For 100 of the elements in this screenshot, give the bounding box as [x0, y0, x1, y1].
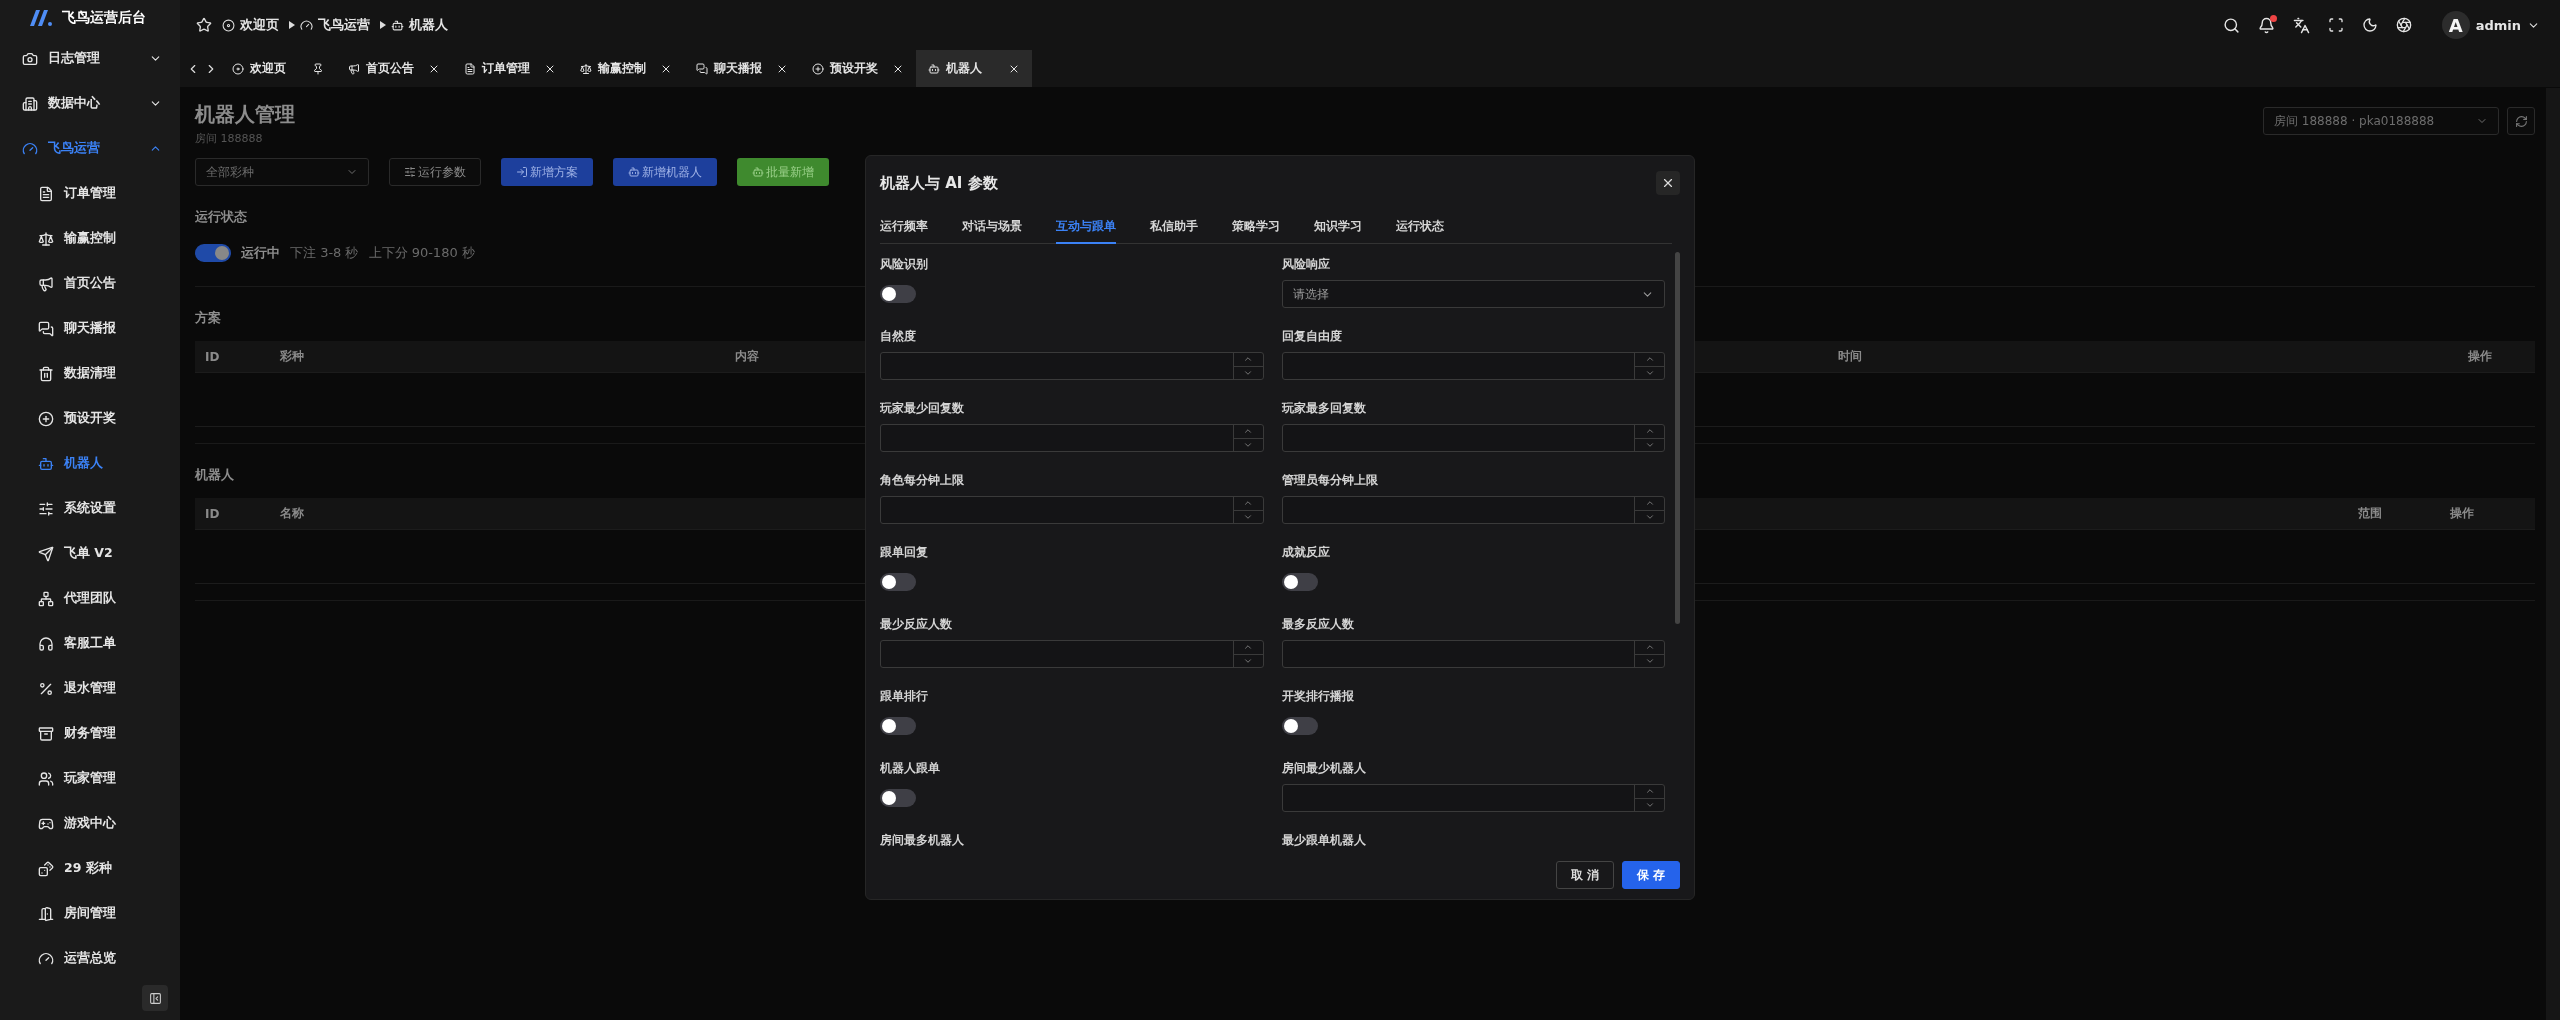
room-select[interactable]: 房间 188888 · pka0188888	[2263, 107, 2499, 135]
dialog-tab[interactable]: 私信助手	[1150, 214, 1198, 244]
sidebar-item[interactable]: 输赢控制	[0, 216, 180, 261]
field-label: 风险识别	[880, 256, 929, 273]
toggle-switch[interactable]	[880, 717, 916, 735]
column-header: 时间	[1838, 348, 1862, 365]
toggle-switch[interactable]	[880, 573, 916, 591]
running-toggle[interactable]	[195, 244, 231, 262]
page-tab[interactable]: 聊天播报	[684, 50, 800, 87]
sidebar-item[interactable]: 数据中心	[0, 81, 180, 126]
breadcrumb-item[interactable]: 欢迎页	[240, 16, 279, 34]
sidebar-item[interactable]: 首页公告	[0, 261, 180, 306]
dialog-tab[interactable]: 知识学习	[1314, 214, 1362, 244]
field-label: 房间最少机器人	[1281, 760, 1367, 777]
sidebar-item[interactable]: 客服工单	[0, 621, 180, 666]
menu-icon	[38, 320, 54, 337]
cancel-button[interactable]: 取 消	[1556, 861, 1614, 889]
number-field[interactable]	[880, 424, 1264, 452]
toggle-switch[interactable]	[880, 285, 916, 303]
page-tab[interactable]: 机器人	[916, 50, 1032, 87]
dialog-tab[interactable]: 互动与跟单	[1056, 214, 1116, 244]
aperture-icon[interactable]	[2395, 17, 2412, 33]
refresh-button[interactable]	[2507, 107, 2535, 135]
translate-icon[interactable]	[2292, 16, 2310, 34]
notification-icon[interactable]	[2257, 16, 2275, 34]
search-icon[interactable]	[2222, 16, 2240, 34]
toggle-switch[interactable]	[1281, 717, 1318, 735]
menu-icon	[38, 860, 54, 877]
tab-icon	[348, 62, 360, 75]
column-header: 内容	[735, 348, 759, 365]
toggle-switch[interactable]	[1281, 573, 1318, 591]
sidebar-item[interactable]: 系统设置	[0, 486, 180, 531]
tab-icon	[928, 62, 940, 75]
dialog-tab[interactable]: 策略学习	[1232, 214, 1280, 244]
number-field[interactable]	[880, 352, 1264, 380]
sidebar-item[interactable]: 游戏中心	[0, 801, 180, 846]
field-label: 回复自由度	[1281, 328, 1343, 345]
sidebar-item[interactable]: 玩家管理	[0, 756, 180, 801]
button-icon	[404, 166, 416, 178]
field-label: 开奖排行播报	[1281, 688, 1355, 705]
page-tab[interactable]: 预设开奖	[800, 50, 916, 87]
menu-icon	[38, 545, 54, 562]
column-header: 操作	[2450, 505, 2474, 522]
menu-icon	[38, 455, 54, 472]
number-field[interactable]	[880, 496, 1264, 524]
menu-icon	[22, 50, 38, 67]
column-header: 操作	[2468, 348, 2492, 365]
scrollbar-thumb[interactable]	[1675, 252, 1680, 624]
menu-icon	[38, 725, 54, 742]
toolbar-button[interactable]: 新增机器人	[613, 158, 717, 186]
close-button[interactable]	[1656, 171, 1680, 195]
user-name[interactable]: admin	[2475, 17, 2521, 33]
avatar[interactable]: A	[2441, 11, 2470, 39]
page-tab[interactable]: 订单管理	[452, 50, 568, 87]
lottery-select[interactable]: 全部彩种	[195, 158, 369, 186]
sidebar-item[interactable]: 飞鸟运营	[0, 126, 180, 171]
sidebar-item[interactable]: 财务管理	[0, 711, 180, 756]
sidebar-item[interactable]: 订单管理	[0, 171, 180, 216]
pin-icon[interactable]	[312, 62, 324, 75]
breadcrumb-item[interactable]: 飞鸟运营	[318, 16, 370, 34]
status-text: 上下分 90-180 秒	[368, 244, 475, 262]
collapse-sidebar-button[interactable]	[142, 985, 168, 1011]
dialog-tab[interactable]: 对话与场景	[962, 214, 1022, 244]
page-tab[interactable]: 输赢控制	[568, 50, 684, 87]
sidebar-item[interactable]: 29 彩种	[0, 846, 180, 891]
number-field[interactable]	[1281, 352, 1665, 380]
sidebar-item[interactable]: 预设开奖	[0, 396, 180, 441]
sidebar-item[interactable]: 聊天播报	[0, 306, 180, 351]
number-field[interactable]	[880, 640, 1264, 668]
sidebar-item[interactable]: 飞单 V2	[0, 531, 180, 576]
number-field[interactable]	[1281, 784, 1665, 812]
save-button[interactable]: 保 存	[1622, 861, 1680, 889]
sidebar-item[interactable]: 房间管理	[0, 891, 180, 936]
fullscreen-icon[interactable]	[2327, 17, 2344, 33]
sidebar-item[interactable]: 日志管理	[0, 36, 180, 81]
toggle-switch[interactable]	[880, 789, 916, 807]
page-tab[interactable]: 欢迎页	[220, 50, 336, 87]
number-field[interactable]	[1281, 496, 1665, 524]
select-field[interactable]: 请选择	[1281, 280, 1665, 308]
page-tab[interactable]: 首页公告	[336, 50, 452, 87]
section-title: 方案	[195, 309, 221, 327]
dialog-tab[interactable]: 运行状态	[1396, 214, 1444, 244]
toolbar-button[interactable]: 新增方案	[501, 158, 593, 186]
sidebar-item[interactable]: 退水管理	[0, 666, 180, 711]
number-field[interactable]	[1281, 640, 1665, 668]
moon-icon[interactable]	[2361, 17, 2378, 33]
field-label: 角色每分钟上限	[880, 472, 965, 489]
menu-icon	[38, 185, 54, 202]
sidebar-item[interactable]: 机器人	[0, 441, 180, 486]
sidebar-item[interactable]: 数据清理	[0, 351, 180, 396]
sidebar-item[interactable]: 运营总览	[0, 936, 180, 981]
breadcrumb-item[interactable]: 机器人	[409, 16, 448, 34]
dialog-tab[interactable]: 运行频率	[880, 214, 928, 244]
toolbar-button[interactable]: 运行参数	[389, 158, 481, 186]
sidebar-item[interactable]: 代理团队	[0, 576, 180, 621]
breadcrumb-icon	[391, 18, 404, 32]
menu-icon	[38, 680, 54, 697]
field-label: 自然度	[880, 328, 917, 345]
number-field[interactable]	[1281, 424, 1665, 452]
star-icon[interactable]	[196, 17, 212, 33]
